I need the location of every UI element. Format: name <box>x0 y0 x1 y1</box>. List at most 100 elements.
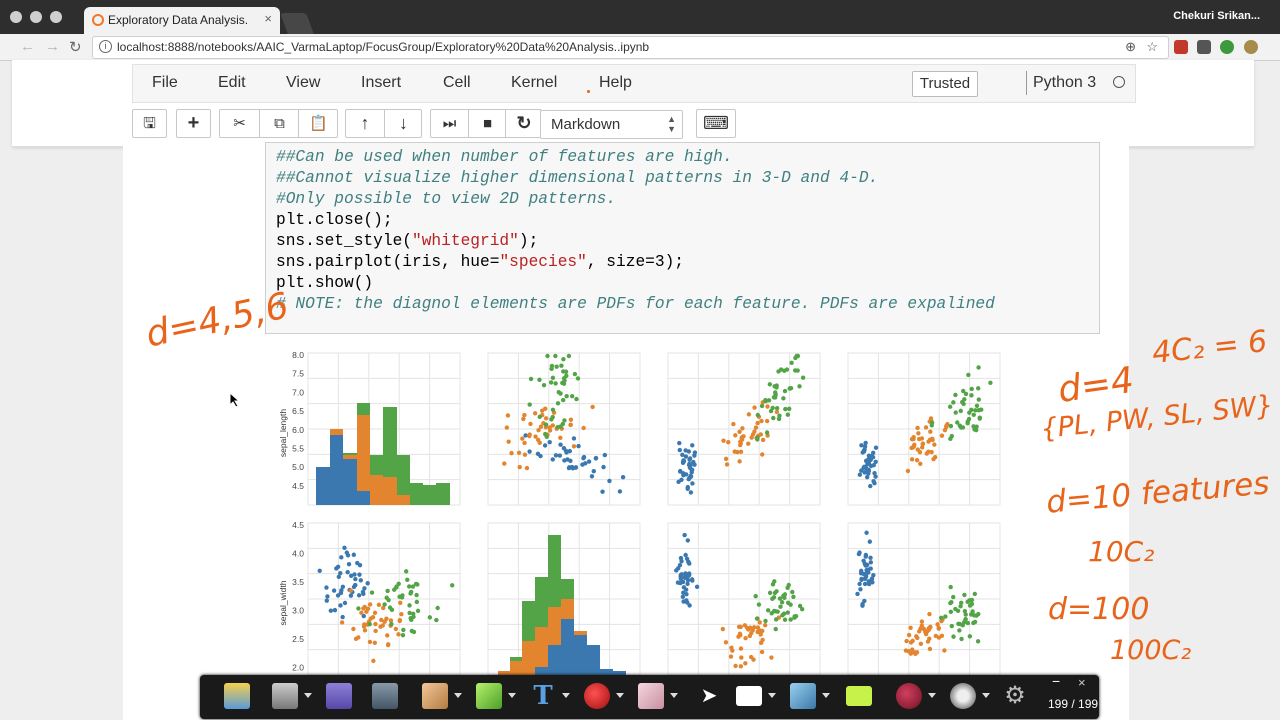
extension-icon[interactable] <box>1244 40 1258 54</box>
annotation-100c2: 100C₂ <box>1110 635 1192 666</box>
whiteboard-icon[interactable] <box>736 686 762 706</box>
paste-icon[interactable]: 📋 <box>298 110 338 137</box>
scatter-point <box>767 590 773 596</box>
histogram-bar <box>343 453 357 455</box>
menu-cell[interactable]: Cell <box>443 74 471 92</box>
minimize-icon[interactable]: − <box>1052 673 1060 689</box>
shapes-tool-icon[interactable] <box>326 683 352 709</box>
copy-icon[interactable]: ⧉ <box>259 110 299 137</box>
menu-view[interactable]: View <box>286 74 320 92</box>
back-icon[interactable]: ← <box>20 38 35 55</box>
code-cell[interactable]: ##Can be used when number of features ar… <box>265 142 1100 334</box>
add-cell-icon[interactable]: + <box>177 110 210 137</box>
chevron-down-icon[interactable] <box>562 693 570 698</box>
menu-help[interactable]: Help <box>599 74 632 92</box>
chevron-down-icon[interactable] <box>508 693 516 698</box>
zoom-icon[interactable]: ⊕ <box>1125 39 1136 55</box>
star-tool-icon[interactable] <box>224 683 250 709</box>
scatter-point <box>324 598 330 603</box>
chevron-down-icon[interactable] <box>454 693 462 698</box>
scatter-point <box>731 421 736 427</box>
close-icon[interactable]: × <box>1078 675 1086 690</box>
new-tab-button[interactable] <box>280 13 314 34</box>
scatter-point <box>694 584 700 589</box>
scatter-point <box>923 425 929 430</box>
browser-tab[interactable]: Exploratory Data Analysis. × <box>84 7 280 34</box>
kernel-name[interactable]: Python 3 <box>1033 74 1096 92</box>
chevron-down-icon[interactable] <box>768 693 776 698</box>
address-bar[interactable]: i localhost:8888/notebooks/AAIC_VarmaLap… <box>92 36 1169 59</box>
scatter-point <box>548 380 554 385</box>
webcam-icon[interactable] <box>950 683 976 709</box>
scatter-point <box>561 376 567 381</box>
scatter-point <box>797 603 803 609</box>
pointer-icon[interactable]: ➤ <box>696 683 722 709</box>
bookmark-star-icon[interactable]: ☆ <box>1146 39 1158 55</box>
menu-file[interactable]: File <box>152 74 178 92</box>
close-window-dot[interactable] <box>10 11 22 23</box>
scatter-point <box>359 610 364 615</box>
histogram-bar <box>535 667 548 675</box>
reload-icon[interactable]: ↻ <box>69 38 82 56</box>
grammarly-extension-icon[interactable] <box>1220 40 1234 54</box>
trusted-indicator[interactable]: Trusted <box>912 71 978 97</box>
chevron-down-icon[interactable] <box>822 693 830 698</box>
cell-type-select[interactable]: Markdown ▲ ▼ <box>540 110 683 139</box>
stop-icon[interactable]: ■ <box>468 110 506 137</box>
highlighter-icon[interactable] <box>476 683 502 709</box>
scatter-point <box>558 442 563 447</box>
scatter-point <box>561 356 566 362</box>
restart-icon[interactable]: ↻ <box>505 110 542 137</box>
profile-name[interactable]: Chekuri Srikan... <box>1173 10 1260 22</box>
settings-gear-icon[interactable]: ⚙ <box>1002 683 1028 709</box>
move-down-icon[interactable]: ↓ <box>384 110 422 137</box>
scatter-point <box>949 599 954 605</box>
extension-icon[interactable] <box>1197 40 1211 54</box>
url-text[interactable]: localhost:8888/notebooks/AAIC_VarmaLapto… <box>117 40 649 54</box>
gmail-extension-icon[interactable] <box>1174 40 1188 54</box>
fill-color-icon[interactable] <box>846 686 872 706</box>
scatter-point <box>871 478 876 484</box>
chevron-down-icon[interactable] <box>982 693 990 698</box>
chevron-down-icon[interactable] <box>616 693 624 698</box>
scatter-point <box>939 433 945 438</box>
eraser-icon[interactable] <box>638 683 664 709</box>
histogram-bar <box>357 491 370 505</box>
save-icon[interactable]: 🖫 <box>133 110 166 137</box>
minimize-window-dot[interactable] <box>30 11 42 23</box>
info-icon[interactable]: i <box>99 40 112 53</box>
scatter-point <box>970 609 975 614</box>
record-icon[interactable] <box>896 683 922 709</box>
scatter-point <box>537 414 542 420</box>
browser-navbar: ← → ↻ i localhost:8888/notebooks/AAIC_Va… <box>0 34 1280 61</box>
eraser-board-icon[interactable] <box>372 683 398 709</box>
run-icon[interactable]: ⏭ <box>431 110 468 137</box>
scatter-point <box>502 461 507 466</box>
scatter-point <box>771 415 776 421</box>
move-up-icon[interactable]: ↑ <box>346 110 384 137</box>
scatter-point <box>345 553 351 558</box>
cut-icon[interactable]: ✂ <box>220 110 259 137</box>
menu-edit[interactable]: Edit <box>218 74 246 92</box>
line-tool-icon[interactable] <box>790 683 816 709</box>
menu-insert[interactable]: Insert <box>361 74 401 92</box>
scatter-point <box>797 384 802 389</box>
scatter-point <box>399 595 405 600</box>
screen-capture-icon[interactable] <box>272 683 298 709</box>
chevron-down-icon[interactable] <box>670 693 678 698</box>
chevron-down-icon[interactable] <box>928 693 936 698</box>
zoom-window-dot[interactable] <box>50 11 62 23</box>
scatter-point <box>342 600 348 606</box>
color-picker-icon[interactable] <box>584 683 610 709</box>
scatter-point <box>966 372 971 378</box>
scatter-point <box>785 600 791 606</box>
keyboard-icon[interactable]: ⌨ <box>697 110 735 137</box>
chevron-down-icon[interactable] <box>304 693 312 698</box>
forward-icon[interactable]: → <box>45 38 60 55</box>
pencil-icon[interactable] <box>422 683 448 709</box>
scatter-point <box>753 593 758 599</box>
scatter-point <box>800 375 806 380</box>
tab-close-icon[interactable]: × <box>264 11 272 26</box>
text-tool-icon[interactable]: T <box>530 683 556 709</box>
menu-kernel[interactable]: Kernel <box>511 74 557 92</box>
